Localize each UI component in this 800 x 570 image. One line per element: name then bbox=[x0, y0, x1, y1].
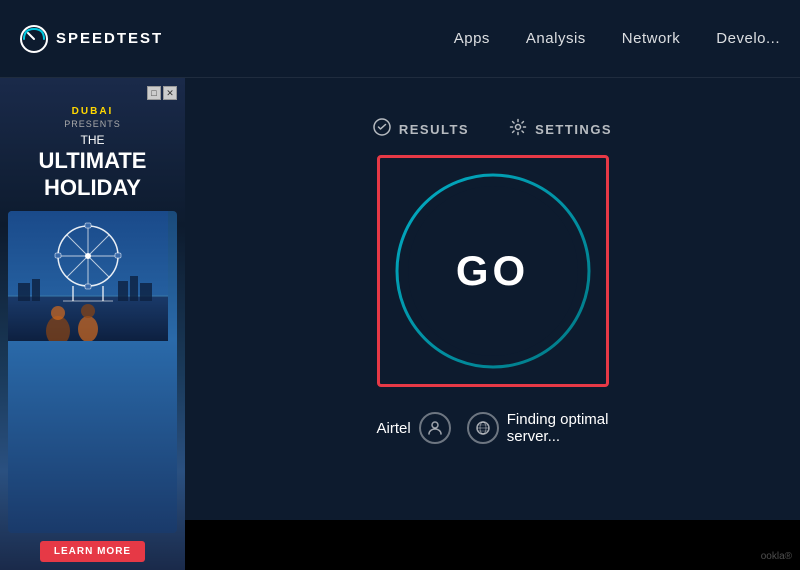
settings-label: SETTINGS bbox=[535, 122, 612, 137]
server-status-line2: server... bbox=[507, 428, 609, 445]
speedtest-logo-icon bbox=[20, 25, 48, 53]
server-status-text: Finding optimal server... bbox=[507, 411, 609, 445]
go-outer-circle: GO bbox=[393, 171, 593, 371]
isp-info: Airtel bbox=[377, 412, 451, 444]
results-control[interactable]: RESULTS bbox=[373, 118, 469, 141]
nav-apps[interactable]: Apps bbox=[454, 30, 490, 47]
header: SPEEDTEST Apps Analysis Network Develo..… bbox=[0, 0, 800, 78]
nav-analysis[interactable]: Analysis bbox=[526, 30, 586, 47]
ad-top-bar: □ ✕ bbox=[8, 86, 177, 100]
settings-control[interactable]: SETTINGS bbox=[509, 118, 612, 141]
ad-controls: □ ✕ bbox=[147, 86, 177, 100]
bottom-info: Airtel bbox=[377, 411, 609, 445]
go-button[interactable]: GO bbox=[408, 186, 578, 356]
server-icon bbox=[467, 412, 499, 444]
main-area: □ ✕ DUBAI PRESENTS THE ULTIMATE HOLIDAY bbox=[0, 78, 800, 570]
results-label: RESULTS bbox=[399, 122, 469, 137]
bottom-black-bar bbox=[185, 520, 800, 570]
ad-sidebar: □ ✕ DUBAI PRESENTS THE ULTIMATE HOLIDAY bbox=[0, 78, 185, 570]
ad-ultimate-text: ULTIMATE bbox=[39, 149, 147, 173]
logo-area: SPEEDTEST bbox=[20, 25, 163, 53]
ad-scene-svg bbox=[8, 211, 168, 341]
go-button-wrapper: GO bbox=[393, 171, 593, 371]
results-icon bbox=[373, 118, 391, 141]
ad-image bbox=[8, 211, 177, 533]
go-label: GO bbox=[456, 247, 529, 295]
ad-the-text: THE bbox=[81, 133, 105, 147]
ad-holiday-text: HOLIDAY bbox=[44, 175, 141, 201]
controls-bar: RESULTS SETTINGS bbox=[373, 118, 612, 141]
nav-develop[interactable]: Develo... bbox=[716, 30, 780, 47]
ad-minimize[interactable]: □ bbox=[147, 86, 161, 100]
settings-icon bbox=[509, 118, 527, 141]
server-status-line1: Finding optimal bbox=[507, 411, 609, 428]
isp-name: Airtel bbox=[377, 420, 411, 437]
ad-presents-text: PRESENTS bbox=[64, 119, 121, 129]
server-info: Finding optimal server... bbox=[467, 411, 609, 445]
center-content: RESULTS SETTINGS bbox=[185, 78, 800, 570]
isp-icon bbox=[419, 412, 451, 444]
ad-learn-more-button[interactable]: LEARN MORE bbox=[40, 541, 145, 562]
nav-links: Apps Analysis Network Develo... bbox=[454, 30, 780, 47]
nav-network[interactable]: Network bbox=[622, 30, 681, 47]
ookla-watermark: ookla® bbox=[761, 551, 792, 562]
logo-text: SPEEDTEST bbox=[56, 30, 163, 47]
ad-dubai-text: DUBAI bbox=[72, 106, 114, 117]
ad-close[interactable]: ✕ bbox=[163, 86, 177, 100]
ad-content: □ ✕ DUBAI PRESENTS THE ULTIMATE HOLIDAY bbox=[0, 78, 185, 570]
